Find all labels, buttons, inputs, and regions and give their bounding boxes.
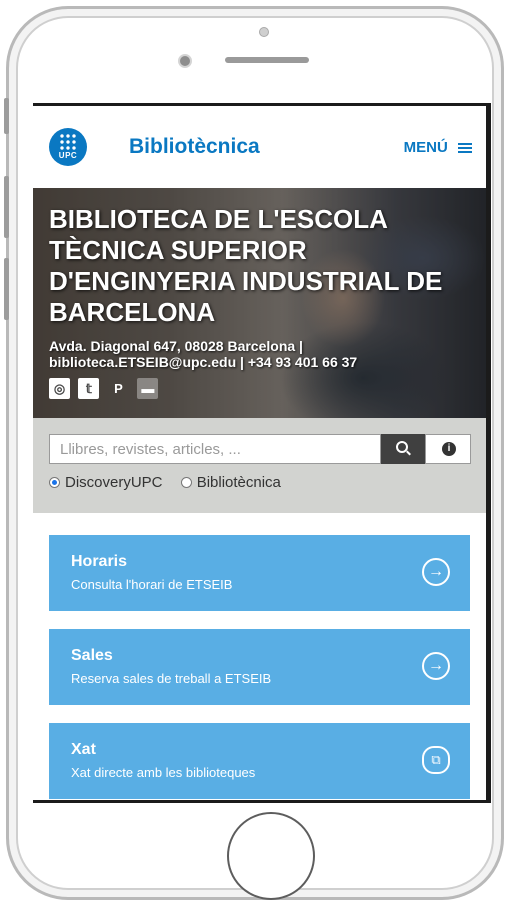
site-title[interactable]: Bibliotècnica — [129, 135, 260, 159]
search-icon — [396, 441, 408, 453]
home-button[interactable] — [227, 812, 315, 900]
instagram-icon[interactable]: ◎ — [49, 378, 70, 399]
contact-line[interactable]: biblioteca.ETSEIB@upc.edu | +34 93 401 6… — [49, 354, 479, 370]
quick-links: Horaris Consulta l'horari de ETSEIB → Sa… — [33, 513, 486, 799]
pinterest-icon[interactable]: P — [108, 378, 129, 399]
earpiece-speaker — [225, 57, 309, 63]
logo-text: UPC — [58, 151, 78, 160]
hero-banner: BIBLIOTECA DE L'ESCOLA TÈCNICA SUPERIOR … — [33, 188, 486, 418]
radio-label-bibliotecnica: Bibliotècnica — [196, 473, 281, 491]
external-link-icon: ⧉ — [422, 746, 450, 774]
hero-title: BIBLIOTECA DE L'ESCOLA TÈCNICA SUPERIOR … — [49, 204, 443, 327]
arrow-right-icon: → — [422, 652, 450, 680]
phone-volume-down — [4, 258, 9, 320]
card-title: Horaris — [71, 553, 128, 570]
search-section: Llibres, revistes, articles, ... i Disco… — [33, 418, 486, 513]
arrow-right-icon: → — [422, 558, 450, 586]
social-links: ◎ 𝕥 P ▬ — [49, 378, 162, 399]
card-title: Sales — [71, 647, 113, 664]
phone-volume-up — [4, 176, 9, 238]
card-sales[interactable]: Sales Reserva sales de treball a ETSEIB … — [49, 629, 470, 705]
card-subtitle: Reserva sales de treball a ETSEIB — [71, 671, 272, 686]
camera-lens — [178, 54, 192, 68]
card-title: Xat — [71, 741, 96, 758]
radio-bibliotecnica[interactable] — [180, 476, 192, 488]
info-button[interactable]: i — [425, 434, 471, 464]
radio-label-discoveryupc: DiscoveryUPC — [65, 473, 163, 491]
front-camera — [259, 27, 269, 37]
search-button[interactable] — [381, 434, 425, 464]
card-horaris[interactable]: Horaris Consulta l'horari de ETSEIB → — [49, 535, 470, 611]
card-subtitle: Xat directe amb les biblioteques — [71, 765, 256, 780]
card-subtitle: Consulta l'horari de ETSEIB — [71, 577, 233, 592]
phone-side-button — [4, 98, 9, 134]
info-icon: i — [442, 442, 456, 456]
twitter-icon[interactable]: 𝕥 — [78, 378, 100, 399]
hamburger-icon — [458, 142, 472, 154]
chat-icon[interactable]: ▬ — [137, 378, 159, 399]
search-input[interactable]: Llibres, revistes, articles, ... — [49, 434, 381, 464]
menu-label: MENÚ — [403, 139, 448, 156]
radio-discoveryupc[interactable] — [49, 476, 60, 488]
search-scope-options: DiscoveryUPC Bibliotècnica — [49, 473, 295, 491]
hero-contact-info: Avda. Diagonal 647, 08028 Barcelona | bi… — [49, 338, 479, 370]
menu-button[interactable]: MENÚ — [404, 139, 472, 156]
site-header: UPC Bibliotècnica MENÚ — [33, 106, 486, 188]
logo-dots-icon — [59, 133, 77, 151]
upc-logo[interactable]: UPC — [49, 128, 87, 166]
phone-screen: UPC Bibliotècnica MENÚ BIBLIOTECA DE L'E… — [33, 103, 491, 803]
address-line: Avda. Diagonal 647, 08028 Barcelona | — [49, 338, 303, 354]
card-xat[interactable]: Xat Xat directe amb les biblioteques ⧉ — [49, 723, 470, 799]
